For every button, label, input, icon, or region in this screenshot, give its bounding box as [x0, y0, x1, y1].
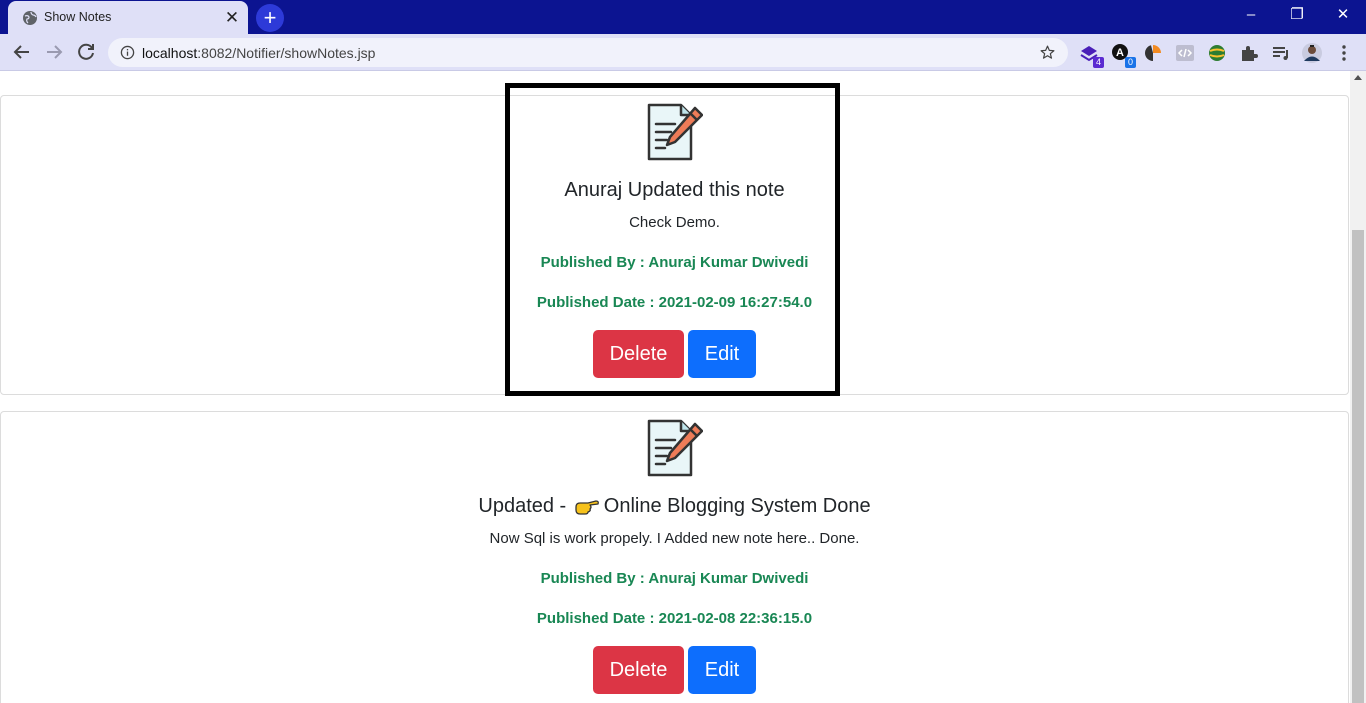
- extension-badge: 0: [1125, 57, 1136, 68]
- code-extension-icon[interactable]: [1174, 42, 1196, 64]
- edit-button[interactable]: Edit: [688, 646, 756, 694]
- scroll-up-arrow-icon[interactable]: [1354, 75, 1362, 80]
- forward-arrow-icon[interactable]: [42, 40, 66, 64]
- note-edit-icon: [647, 103, 703, 161]
- puzzle-icon[interactable]: [1238, 42, 1260, 64]
- edit-button[interactable]: Edit: [688, 330, 756, 378]
- browser-tab[interactable]: Show Notes ✕: [8, 1, 248, 34]
- url-text: localhost:8082/Notifier/showNotes.jsp: [142, 45, 375, 61]
- minimize-button[interactable]: –: [1236, 4, 1266, 28]
- kebab-menu-icon[interactable]: [1333, 42, 1355, 64]
- svg-text:A: A: [1116, 47, 1124, 59]
- extension-badge: 4: [1093, 57, 1104, 68]
- browser-titlebar: Show Notes ✕ + – ❐ ✕: [0, 0, 1366, 34]
- restore-button[interactable]: ❐: [1282, 4, 1312, 28]
- pointing-hand-icon: [575, 500, 599, 515]
- grammar-extension-icon[interactable]: A 0: [1110, 42, 1136, 68]
- note-title: Anuraj Updated this note: [564, 179, 785, 201]
- url-host: localhost: [142, 45, 198, 61]
- browser-toolbar: localhost:8082/Notifier/showNotes.jsp 4 …: [0, 34, 1366, 71]
- delete-button[interactable]: Delete: [593, 330, 684, 378]
- site-info-icon[interactable]: [120, 45, 135, 60]
- scrollbar-thumb[interactable]: [1352, 230, 1364, 703]
- published-by: Published By : Anuraj Kumar Dwivedi: [540, 570, 809, 587]
- slice-extension-icon[interactable]: [1142, 42, 1164, 64]
- reload-icon[interactable]: [74, 40, 98, 64]
- media-queue-icon[interactable]: [1270, 42, 1292, 64]
- profile-avatar[interactable]: [1301, 42, 1323, 64]
- note-title-prefix: Updated -: [478, 495, 567, 517]
- back-arrow-icon[interactable]: [10, 40, 34, 64]
- note-title-suffix: Online Blogging System Done: [603, 495, 871, 517]
- bookmark-star-icon[interactable]: [1039, 44, 1056, 61]
- url-path: :8082/Notifier/showNotes.jsp: [197, 45, 376, 61]
- delete-button[interactable]: Delete: [593, 646, 684, 694]
- globe-icon: [23, 11, 37, 25]
- note-content: Check Demo.: [629, 214, 720, 231]
- page-scrollbar[interactable]: [1350, 71, 1366, 703]
- note-title: Updated - Online Blogging System Done: [0, 495, 1349, 518]
- published-date: Published Date : 2021-02-09 16:27:54.0: [536, 294, 813, 311]
- tab-close-icon[interactable]: ✕: [222, 8, 242, 28]
- close-window-button[interactable]: ✕: [1328, 4, 1358, 28]
- tab-title: Show Notes: [44, 10, 112, 24]
- published-date: Published Date : 2021-02-08 22:36:15.0: [536, 610, 813, 627]
- note-content: Now Sql is work propely. I Added new not…: [489, 530, 860, 547]
- published-by: Published By : Anuraj Kumar Dwivedi: [540, 254, 809, 271]
- stack-extension-icon[interactable]: 4: [1078, 42, 1104, 68]
- note-edit-icon: [647, 419, 703, 477]
- globe-extension-icon[interactable]: [1206, 42, 1228, 64]
- page-viewport: Anuraj Updated this note Check Demo. Pub…: [0, 71, 1350, 703]
- new-tab-button[interactable]: +: [256, 4, 284, 32]
- address-bar[interactable]: localhost:8082/Notifier/showNotes.jsp: [108, 38, 1068, 67]
